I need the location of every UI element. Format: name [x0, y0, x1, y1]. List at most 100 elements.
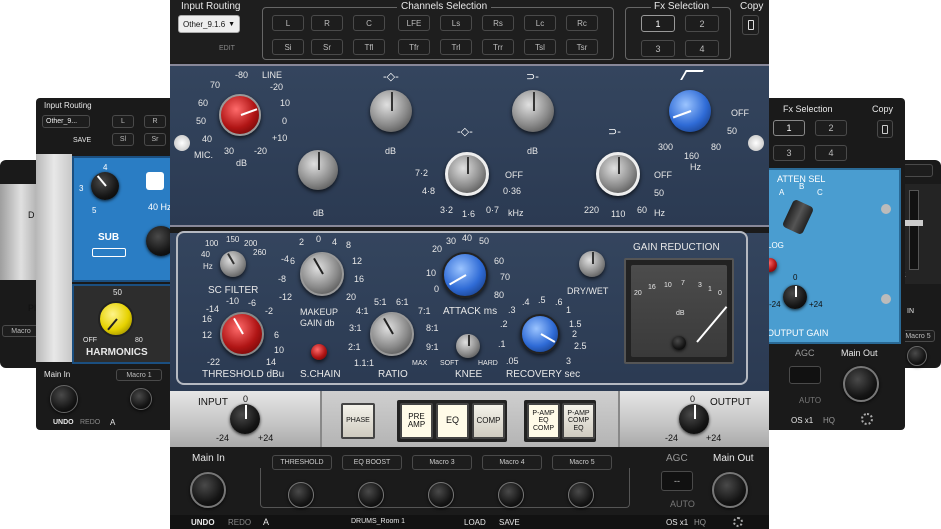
redo-button[interactable]: REDO	[228, 518, 251, 527]
channel-button-trr[interactable]: Trr	[482, 39, 514, 55]
channel-button-si[interactable]: Si	[272, 39, 304, 55]
macro-knob-3[interactable]	[428, 482, 454, 508]
macro-knob-2[interactable]	[358, 482, 384, 508]
output-gain-knob[interactable]	[679, 404, 709, 434]
right-copy-button[interactable]	[877, 120, 893, 138]
auto-toggle[interactable]: AUTO	[670, 499, 695, 509]
p-amp-eq-comp-button[interactable]: P-AMP EQ COMP	[527, 403, 560, 439]
far-right-fader[interactable]	[909, 190, 919, 270]
far-right-button[interactable]	[903, 164, 933, 177]
eq-button[interactable]: EQ	[436, 403, 469, 439]
right-fx-button-1[interactable]: 1	[773, 120, 805, 136]
sc-filter-knob[interactable]	[220, 251, 246, 277]
left-undo-button[interactable]: UNDO	[53, 419, 74, 426]
right-hq-toggle[interactable]: HQ	[823, 416, 835, 425]
phase-button[interactable]: PHASE	[341, 403, 375, 439]
right-fx-button-3[interactable]: 3	[773, 145, 805, 161]
macro-button-3[interactable]: Macro 3	[412, 455, 472, 470]
attack-knob[interactable]	[442, 252, 488, 298]
left-button-r[interactable]: R	[144, 115, 166, 128]
a-b-toggle[interactable]: A	[263, 517, 269, 527]
sub-switch[interactable]	[92, 248, 126, 257]
far-right-knob[interactable]	[907, 346, 927, 366]
main-in-knob[interactable]	[190, 472, 226, 508]
right-fx-button-4[interactable]: 4	[815, 145, 847, 161]
lf-gain-knob[interactable]	[298, 150, 338, 190]
output-gain-knob[interactable]	[783, 285, 807, 309]
harmonics-knob[interactable]	[98, 301, 134, 337]
p-amp-comp-eq-button[interactable]: P-AMP COMP EQ	[562, 403, 595, 439]
hf-gain-knob[interactable]	[370, 90, 412, 132]
hq-toggle[interactable]: HQ	[694, 518, 706, 527]
channel-button-tsl[interactable]: Tsl	[524, 39, 556, 55]
channel-button-tfl[interactable]: Tfl	[353, 39, 385, 55]
left-a-button[interactable]: A	[110, 418, 115, 427]
left-button-sr[interactable]: Sr	[144, 133, 166, 146]
undo-button[interactable]: UNDO	[191, 518, 215, 527]
left-save-label[interactable]: SAVE	[73, 137, 91, 144]
load-button[interactable]: LOAD	[464, 518, 486, 527]
low-cut-knob[interactable]	[669, 90, 711, 132]
mic-line-gain-knob[interactable]	[219, 94, 261, 136]
channel-button-r[interactable]: R	[311, 15, 343, 31]
right-os-select[interactable]: OS x1	[791, 416, 813, 425]
left-button-l[interactable]: L	[112, 115, 134, 128]
makeup-gain-knob[interactable]	[300, 252, 344, 296]
channel-button-ls[interactable]: Ls	[440, 15, 472, 31]
routing-dropdown[interactable]: Other_9.1.6 ▼	[178, 15, 240, 33]
preset-name[interactable]: DRUMS_Room 1	[351, 518, 405, 525]
left-routing-dropdown[interactable]: Other_9...	[42, 115, 90, 128]
recovery-knob[interactable]	[520, 314, 560, 354]
left-main-in-knob[interactable]	[50, 385, 78, 413]
channel-button-lc[interactable]: Lc	[524, 15, 556, 31]
channel-button-rc[interactable]: Rc	[566, 15, 598, 31]
main-out-knob[interactable]	[712, 472, 748, 508]
os-select[interactable]: OS x1	[666, 518, 688, 527]
input-gain-knob[interactable]	[230, 404, 260, 434]
comp-button[interactable]: COMP	[472, 403, 505, 439]
macro-button-4[interactable]: Macro 4	[482, 455, 542, 470]
left-button-sl[interactable]: Sl	[112, 133, 134, 146]
edit-button[interactable]: EDIT	[219, 45, 235, 52]
far-left-macro-button[interactable]: Macro	[2, 325, 40, 337]
macro-button-5[interactable]: Macro 5	[552, 455, 612, 470]
channel-button-tsr[interactable]: Tsr	[566, 39, 598, 55]
pre-amp-button[interactable]: PRE AMP	[400, 403, 433, 439]
fx-button-2[interactable]: 2	[685, 15, 719, 32]
left-macro-knob[interactable]	[130, 388, 152, 410]
settings-gear-icon[interactable]	[861, 413, 873, 425]
save-button[interactable]: SAVE	[499, 518, 520, 527]
hmf-gain-knob[interactable]	[512, 90, 554, 132]
macro-knob-4[interactable]	[498, 482, 524, 508]
macro-knob-5[interactable]	[568, 482, 594, 508]
macro-button-2[interactable]: EQ BOOST	[342, 455, 402, 470]
fx-button-4[interactable]: 4	[685, 40, 719, 57]
settings-gear-icon[interactable]	[733, 517, 743, 527]
fx-button-1[interactable]: 1	[641, 15, 675, 32]
left-redo-button[interactable]: REDO	[80, 419, 100, 426]
copy-button[interactable]	[742, 15, 759, 35]
right-main-out-knob[interactable]	[843, 366, 879, 402]
knee-knob[interactable]	[456, 334, 480, 358]
channel-button-c[interactable]: C	[353, 15, 385, 31]
mid-freq-knob[interactable]	[445, 152, 489, 196]
lf-freq-knob[interactable]	[596, 152, 640, 196]
channel-button-lfe[interactable]: LFE	[398, 15, 430, 31]
right-fx-button-2[interactable]: 2	[815, 120, 847, 136]
channel-button-trl[interactable]: Trl	[440, 39, 472, 55]
fx-button-3[interactable]: 3	[641, 40, 675, 57]
s-chain-button[interactable]	[311, 344, 327, 360]
dry-wet-knob[interactable]	[579, 251, 605, 277]
macro-knob-1[interactable]	[288, 482, 314, 508]
channel-button-rs[interactable]: Rs	[482, 15, 514, 31]
channel-button-sr[interactable]: Sr	[311, 39, 343, 55]
threshold-knob[interactable]	[220, 312, 264, 356]
right-auto-toggle[interactable]: AUTO	[799, 396, 821, 405]
sub-knob[interactable]	[91, 172, 119, 200]
macro-button-1[interactable]: THRESHOLD	[272, 455, 332, 470]
far-right-macro-button[interactable]: Macro 5	[901, 330, 935, 342]
channel-button-l[interactable]: L	[272, 15, 304, 31]
ratio-knob[interactable]	[370, 312, 414, 356]
channel-button-tfr[interactable]: Tfr	[398, 39, 430, 55]
left-macro-1-button[interactable]: Macro 1	[116, 369, 162, 381]
